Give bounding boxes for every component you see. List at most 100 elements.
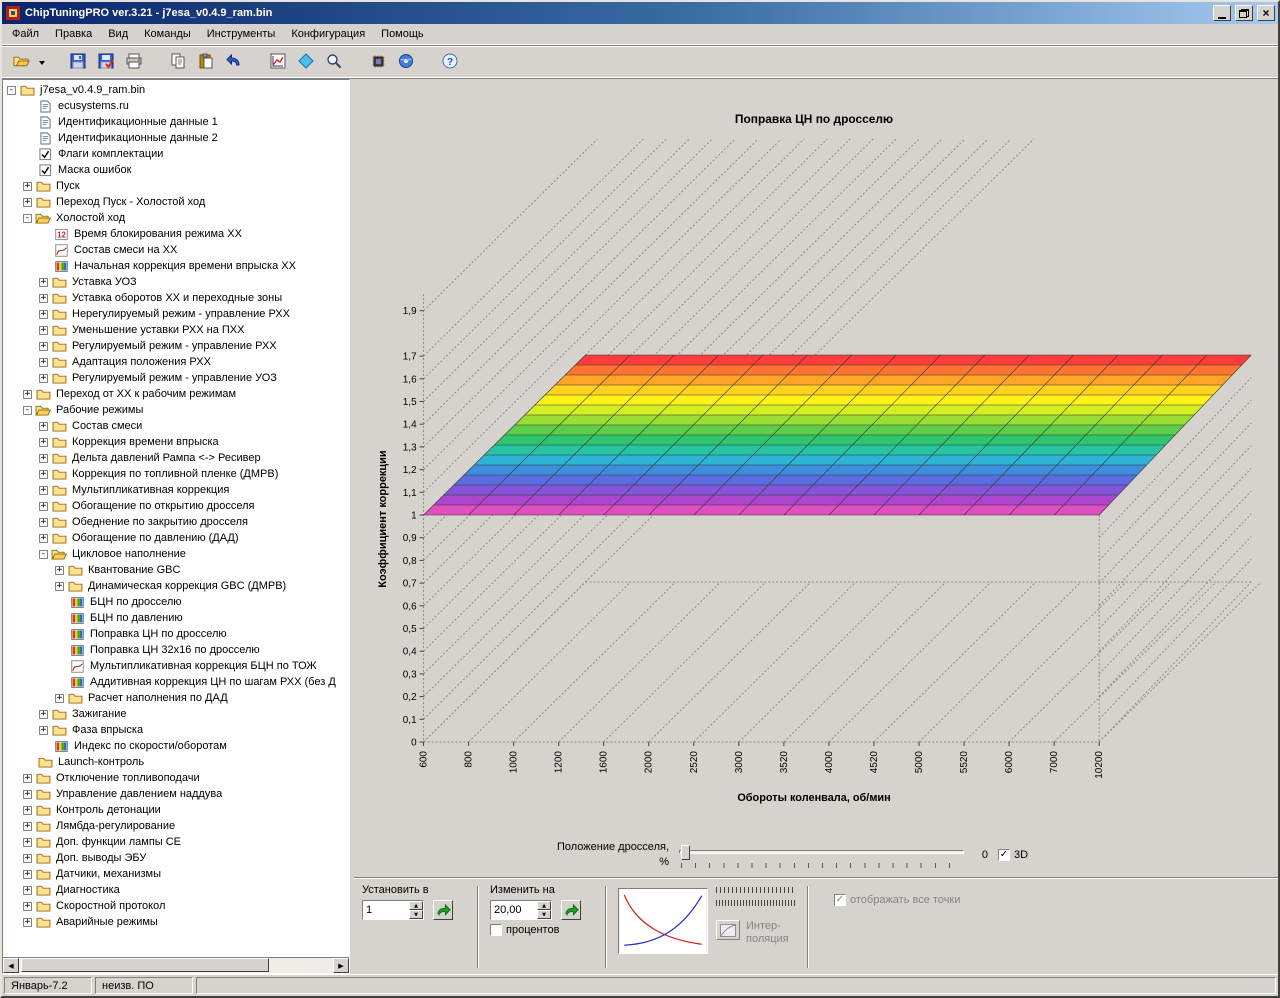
tree-item[interactable]: 12 Время блокирования режима XX	[3, 226, 349, 242]
tree-expander[interactable]: +	[39, 341, 48, 351]
chart-button[interactable]	[264, 49, 292, 75]
tree-item[interactable]: Launch-контроль	[3, 754, 349, 770]
tree-item[interactable]: + Коррекция по топливной пленке (ДМРВ)	[3, 466, 349, 482]
tree-item[interactable]: + Переход Пуск - Холостой ход	[3, 194, 349, 210]
open-button[interactable]	[7, 49, 35, 75]
tree-expander[interactable]: -	[23, 213, 32, 223]
tree-item[interactable]: + Обогащение по давлению (ДАД)	[3, 530, 349, 546]
tree-expander[interactable]: +	[23, 901, 32, 911]
tree-item[interactable]: + Дельта давлений Рампа <-> Ресивер	[3, 450, 349, 466]
tree-expander[interactable]: +	[23, 917, 32, 927]
tree-expander[interactable]: +	[23, 773, 32, 783]
tree-item[interactable]: + Зажигание	[3, 706, 349, 722]
tree-item[interactable]: + Лямбда-регулирование	[3, 818, 349, 834]
tree-expander[interactable]: +	[39, 501, 48, 511]
save-as-button[interactable]	[92, 49, 120, 75]
tree-item[interactable]: Аддитивная коррекция ЦН по шагам РХХ (бе…	[3, 674, 349, 690]
tree-item[interactable]: Начальная коррекция времени впрыска XX	[3, 258, 349, 274]
slider-track[interactable]	[679, 849, 964, 854]
tree-expander[interactable]: +	[39, 469, 48, 479]
tree-expander[interactable]: -	[23, 405, 32, 415]
apply-set-button[interactable]	[433, 900, 453, 920]
tree-item[interactable]: + Управление давлением наддува	[3, 786, 349, 802]
tree-item[interactable]: + Состав смеси	[3, 418, 349, 434]
tree-expander[interactable]: -	[39, 549, 48, 559]
scrollbar-thumb[interactable]	[21, 958, 269, 972]
interpolation-button[interactable]	[716, 920, 740, 940]
tree-expander[interactable]: +	[55, 565, 64, 575]
tree-item[interactable]: БЦН по давлению	[3, 610, 349, 626]
tree-expander[interactable]: +	[39, 709, 48, 719]
tree-item[interactable]: - Холостой ход	[3, 210, 349, 226]
tree-item[interactable]: + Переход от XX к рабочим режимам	[3, 386, 349, 402]
tree-item[interactable]: Состав смеси на XX	[3, 242, 349, 258]
close-button[interactable]: ×	[1257, 5, 1275, 21]
set-to-down-button[interactable]: ▼	[409, 910, 423, 919]
tree-item[interactable]: Мультипликативная коррекция БЦН по ТОЖ	[3, 658, 349, 674]
tree-item[interactable]: + Отключение топливоподачи	[3, 770, 349, 786]
menu-item-4[interactable]: Инструменты	[199, 25, 284, 43]
tree-item[interactable]: + Расчет наполнения по ДАД	[3, 690, 349, 706]
tree-expander[interactable]: +	[39, 485, 48, 495]
tree-item[interactable]: - j7esa_v0.4.9_ram.bin	[3, 82, 349, 98]
tree-expander[interactable]: +	[23, 197, 32, 207]
tree-expander[interactable]: +	[23, 389, 32, 399]
tree-item[interactable]: + Обогащение по открытию дросселя	[3, 498, 349, 514]
tree-item[interactable]: Маска ошибок	[3, 162, 349, 178]
set-to-up-button[interactable]: ▲	[409, 901, 423, 910]
tree-item[interactable]: + Диагностика	[3, 882, 349, 898]
scrollbar-track[interactable]	[19, 958, 333, 973]
menu-item-5[interactable]: Конфигурация	[283, 25, 373, 43]
tree-expander[interactable]: +	[23, 853, 32, 863]
tree-item[interactable]: БЦН по дросселю	[3, 594, 349, 610]
print-button[interactable]	[120, 49, 148, 75]
tree-expander[interactable]: +	[39, 725, 48, 735]
tree-expander[interactable]: +	[39, 357, 48, 367]
tree-item[interactable]: Поправка ЦН 32x16 по дросселю	[3, 642, 349, 658]
tree-expander[interactable]: +	[23, 869, 32, 879]
menu-item-0[interactable]: Файл	[4, 25, 47, 43]
tree-expander[interactable]: +	[23, 885, 32, 895]
help-button[interactable]: ?	[436, 49, 464, 75]
open-dropdown-button[interactable]	[35, 49, 48, 75]
tree-item[interactable]: + Фаза впрыска	[3, 722, 349, 738]
tree-item[interactable]: Идентификационные данные 2	[3, 130, 349, 146]
tree-item[interactable]: + Нерегулируемый режим - управление РХХ	[3, 306, 349, 322]
menu-item-3[interactable]: Команды	[136, 25, 199, 43]
copy-button[interactable]	[164, 49, 192, 75]
compare-button[interactable]	[292, 49, 320, 75]
tree-item[interactable]: + Коррекция времени впрыска	[3, 434, 349, 450]
firmware-button[interactable]	[392, 49, 420, 75]
restore-button[interactable]	[1235, 5, 1253, 21]
tree-expander[interactable]: +	[23, 837, 32, 847]
tree-expander[interactable]: -	[7, 85, 16, 95]
change-by-down-button[interactable]: ▼	[537, 910, 551, 919]
tree-item[interactable]: + Контроль детонации	[3, 802, 349, 818]
tree-expander[interactable]: +	[39, 437, 48, 447]
tree-expander[interactable]: +	[39, 453, 48, 463]
scroll-right-button[interactable]: ▶	[333, 958, 349, 973]
change-by-up-button[interactable]: ▲	[537, 901, 551, 910]
tree-expander[interactable]: +	[23, 789, 32, 799]
tree-item[interactable]: + Квантование GBC	[3, 562, 349, 578]
tree-expander[interactable]: +	[39, 325, 48, 335]
tree-horizontal-scrollbar[interactable]: ◀ ▶	[3, 957, 349, 973]
menu-item-1[interactable]: Правка	[47, 25, 100, 43]
show-all-points-checkbox[interactable]: ✓ отображать все точки	[834, 894, 960, 970]
tree-expander[interactable]: +	[39, 309, 48, 319]
tree-expander[interactable]: +	[23, 805, 32, 815]
interpolation-preview[interactable]	[618, 888, 708, 954]
tree-item[interactable]: + Доп. выводы ЭБУ	[3, 850, 349, 866]
minimize-button[interactable]	[1213, 5, 1231, 21]
programmer-button[interactable]	[364, 49, 392, 75]
tree-expander[interactable]: +	[23, 821, 32, 831]
tree-expander[interactable]: +	[39, 373, 48, 383]
save-button[interactable]	[64, 49, 92, 75]
scroll-left-button[interactable]: ◀	[3, 958, 19, 973]
tree-item[interactable]: Флаги комплектации	[3, 146, 349, 162]
interpolation-scale-top[interactable]	[716, 887, 796, 893]
tree-item[interactable]: + Уставка УОЗ	[3, 274, 349, 290]
tree-item[interactable]: + Регулируемый режим - управление РХХ	[3, 338, 349, 354]
slider-thumb[interactable]	[681, 844, 690, 860]
tree-expander[interactable]: +	[39, 533, 48, 543]
